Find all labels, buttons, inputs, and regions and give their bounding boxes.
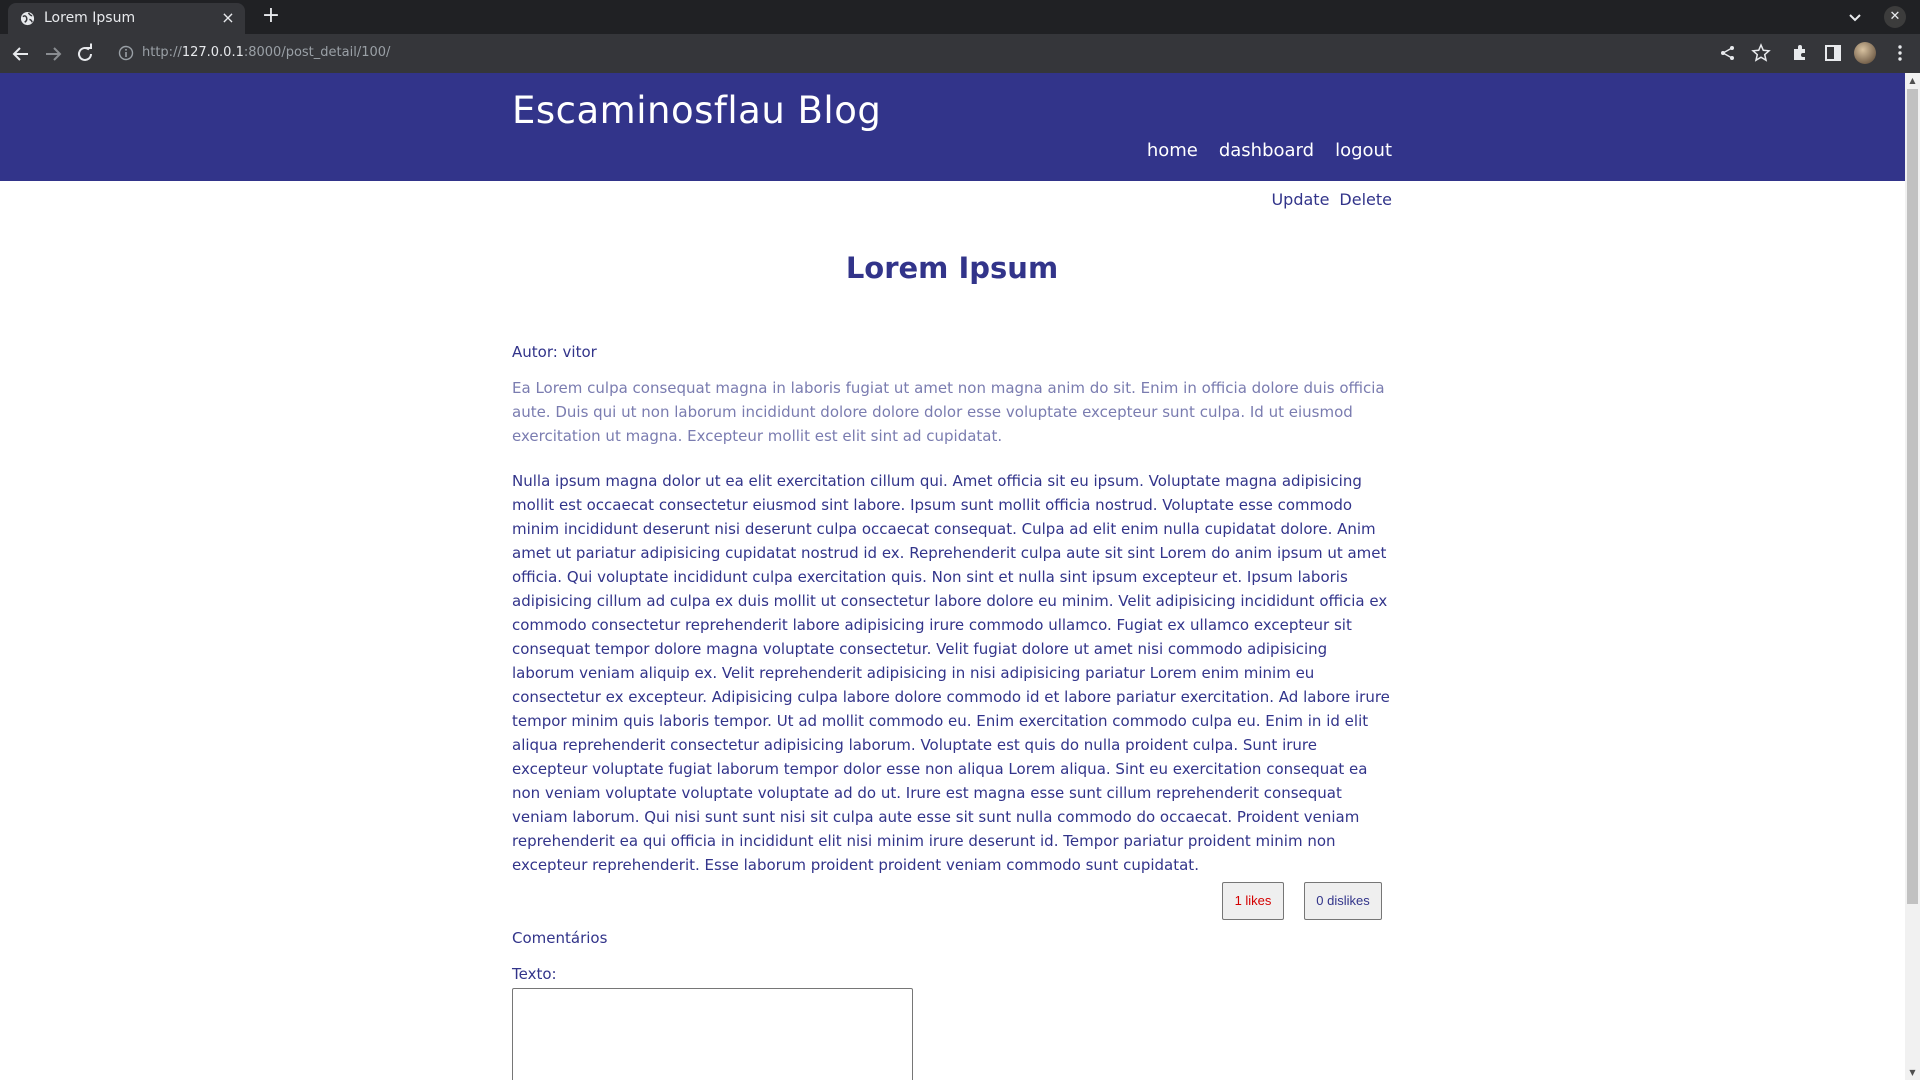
comments-title: Comentários: [512, 929, 608, 947]
comment-textarea[interactable]: [512, 988, 913, 1080]
like-button[interactable]: 1 likes: [1222, 882, 1284, 920]
page-viewport: Escaminosflau Blog home dashboard logout…: [0, 73, 1905, 1080]
dislike-button[interactable]: 0 dislikes: [1304, 882, 1382, 920]
share-icon[interactable]: [1718, 43, 1738, 63]
post-excerpt: Ea Lorem culpa consequat magna in labori…: [512, 379, 1385, 445]
browser-tab[interactable]: Lorem Ipsum ×: [8, 3, 245, 34]
scrollbar-thumb[interactable]: [1907, 89, 1918, 904]
browser-toolbar: http://127.0.0.1:8000/post_detail/100/: [0, 34, 1920, 73]
url-scheme: http://: [142, 45, 182, 60]
browser-tab-strip: Lorem Ipsum × + ✕: [0, 0, 1920, 34]
site-nav: home dashboard logout: [1147, 140, 1392, 161]
menu-icon[interactable]: [1890, 43, 1910, 63]
post-actions: Update Delete: [1271, 190, 1392, 209]
reload-icon[interactable]: [73, 42, 97, 66]
side-panel-icon[interactable]: [1823, 43, 1843, 63]
star-icon[interactable]: [1751, 43, 1771, 63]
scroll-up-icon[interactable]: ▲: [1905, 73, 1920, 88]
nav-dashboard-link[interactable]: dashboard: [1219, 140, 1314, 161]
tab-list-icon[interactable]: [1844, 6, 1866, 28]
url-path: :8000/post_detail/100/: [243, 45, 391, 60]
tab-close-icon[interactable]: ×: [219, 9, 237, 27]
address-bar[interactable]: http://127.0.0.1:8000/post_detail/100/: [110, 38, 1710, 69]
post-title: Lorem Ipsum: [845, 251, 1059, 285]
delete-link[interactable]: Delete: [1339, 190, 1392, 209]
update-link[interactable]: Update: [1271, 190, 1329, 209]
url-host: 127.0.0.1: [181, 45, 244, 60]
tab-title: Lorem Ipsum: [44, 10, 136, 26]
page-scrollbar[interactable]: ▲ ▼: [1905, 73, 1920, 1080]
window-close-button[interactable]: ✕: [1884, 6, 1906, 28]
back-icon[interactable]: [9, 42, 33, 66]
site-header: Escaminosflau Blog home dashboard logout: [0, 73, 1905, 181]
nav-home-link[interactable]: home: [1147, 140, 1198, 161]
scroll-down-icon[interactable]: ▼: [1905, 1065, 1920, 1080]
site-title[interactable]: Escaminosflau Blog: [512, 89, 881, 132]
profile-avatar[interactable]: [1854, 42, 1876, 64]
forward-icon[interactable]: [41, 42, 65, 66]
url-text: http://127.0.0.1:8000/post_detail/100/: [142, 45, 390, 60]
info-icon[interactable]: [118, 45, 134, 61]
new-tab-button[interactable]: +: [258, 4, 284, 30]
comment-text-label: Texto:: [512, 965, 557, 983]
nav-logout-link[interactable]: logout: [1335, 140, 1392, 161]
globe-icon: [20, 11, 35, 26]
post-author: Autor: vitor: [512, 343, 597, 361]
post-content: Nulla ipsum magna dolor ut ea elit exerc…: [512, 472, 1390, 874]
extensions-icon[interactable]: [1790, 43, 1810, 63]
